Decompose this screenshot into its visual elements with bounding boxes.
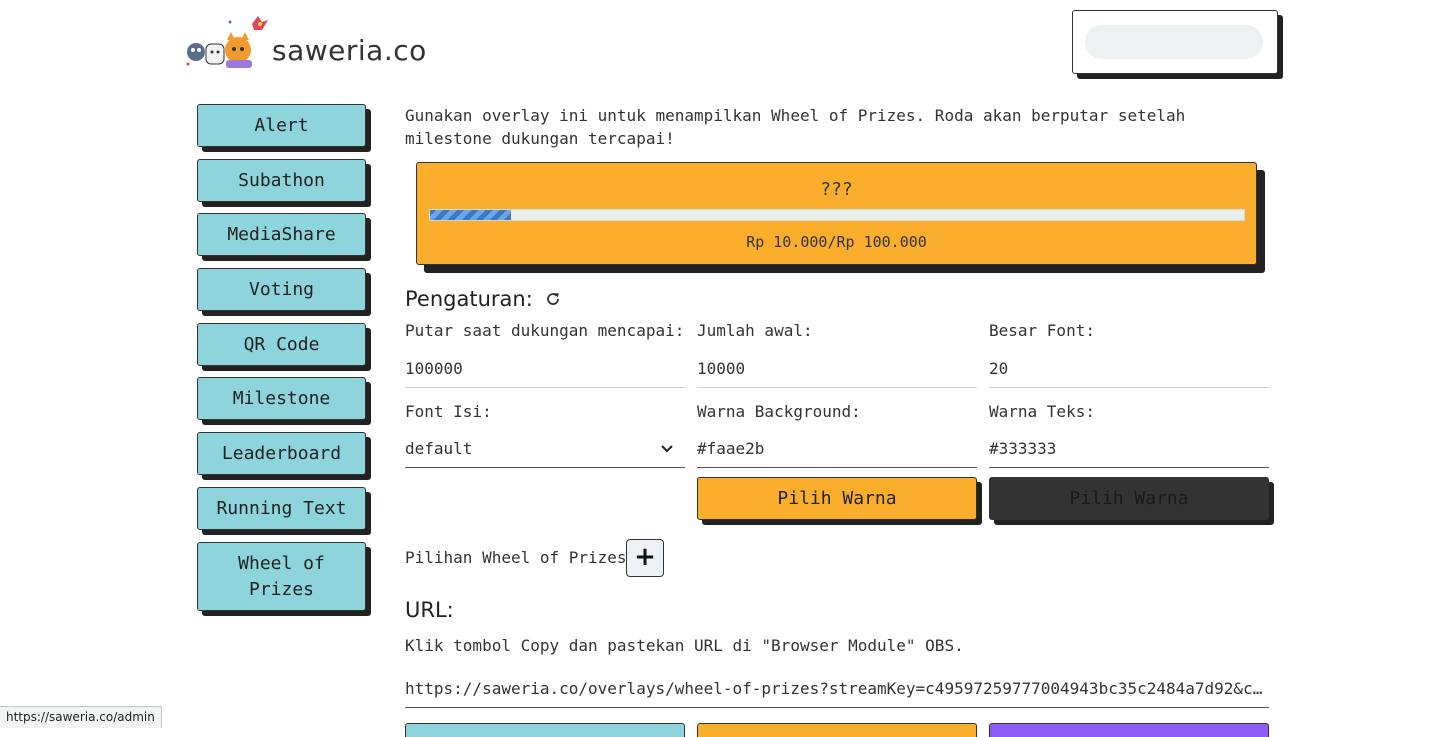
blurred-profile-icon [1085, 25, 1263, 59]
browser-status-bar: https://saweria.co/admin [0, 706, 162, 728]
progress-bar-fill [430, 210, 512, 220]
field-label-font-size: Besar Font: [989, 321, 1095, 340]
saweria-mascots-logo-icon [186, 16, 268, 68]
wheel-preview: ??? Rp 10.000/Rp 100.000 [416, 162, 1257, 265]
background-color-input[interactable]: #faae2b [697, 430, 977, 468]
saweria-logo[interactable] [182, 12, 268, 70]
sidebar-item-alert[interactable]: Alert [197, 104, 366, 147]
settings-heading: Pengaturan: [405, 287, 533, 311]
add-prize-button[interactable]: + [626, 539, 664, 577]
font-family-value: default [405, 439, 473, 458]
initial-amount-input[interactable]: 10000 [697, 350, 977, 388]
url-instructions: Klik tombol Copy dan pastekan URL di "Br… [405, 636, 964, 655]
preview-amount: Rp 10.000/Rp 100.000 [746, 233, 927, 251]
field-label-spin-threshold: Putar saat dukungan mencapai: [405, 321, 685, 340]
prizes-label: Pilihan Wheel of Prizes: [405, 548, 637, 567]
field-label-font-family: Font Isi: [405, 402, 492, 421]
field-label-text-color: Warna Teks: [989, 402, 1095, 421]
font-family-select[interactable]: default [405, 430, 685, 468]
sidebar-item-subathon[interactable]: Subathon [197, 159, 366, 202]
preview-title: ??? [820, 179, 853, 200]
font-size-input[interactable]: 20 [989, 350, 1269, 388]
refresh-icon[interactable] [545, 291, 561, 307]
sidebar-item-leaderboard[interactable]: Leaderboard [197, 432, 366, 475]
sidebar-item-mediashare[interactable]: MediaShare [197, 213, 366, 256]
test-button[interactable] [697, 723, 977, 737]
pick-background-color-button[interactable]: Pilih Warna [697, 477, 977, 520]
sidebar-item-milestone[interactable]: Milestone [197, 377, 366, 420]
sidebar-item-wheel-of-prizes[interactable]: Wheel of Prizes [197, 542, 366, 611]
overlay-description: Gunakan overlay ini untuk menampilkan Wh… [405, 106, 1186, 148]
profile-button[interactable] [1072, 10, 1278, 74]
sidebar-item-running-text[interactable]: Running Text [197, 487, 366, 530]
progress-bar [429, 209, 1245, 221]
sidebar-item-qr-code[interactable]: QR Code [197, 323, 366, 366]
open-button[interactable] [989, 723, 1269, 737]
url-heading: URL: [405, 598, 454, 622]
field-label-background-color: Warna Background: [697, 402, 861, 421]
spin-threshold-input[interactable]: 100000 [405, 350, 685, 388]
chevron-down-icon [661, 445, 673, 453]
sidebar-item-voting[interactable]: Voting [197, 268, 366, 311]
pick-text-color-button[interactable]: Pilih Warna [989, 477, 1269, 520]
overlay-url-field[interactable]: https://saweria.co/overlays/wheel-of-pri… [405, 670, 1269, 708]
brand-name[interactable]: saweria.co [272, 34, 427, 67]
field-label-initial-amount: Jumlah awal: [697, 321, 813, 340]
text-color-input[interactable]: #333333 [989, 430, 1269, 468]
copy-button[interactable] [405, 723, 685, 737]
